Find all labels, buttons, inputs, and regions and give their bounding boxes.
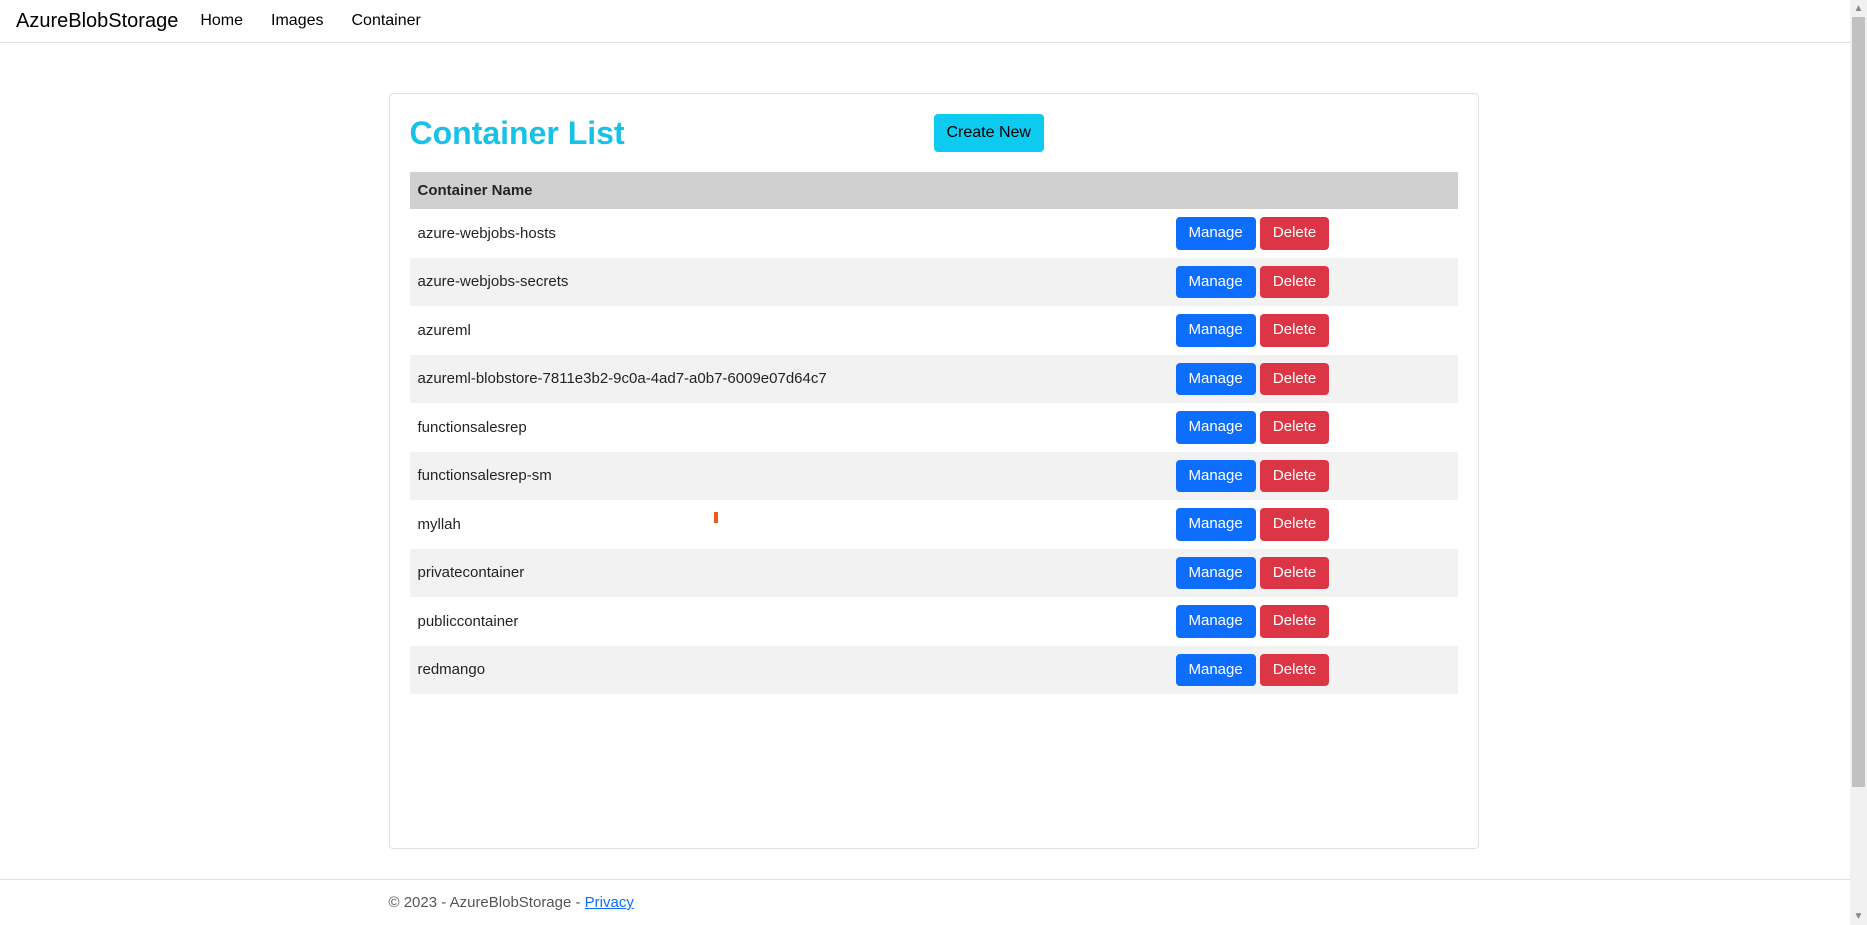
- column-header-actions: [1168, 172, 1458, 209]
- nav-container[interactable]: Container: [345, 8, 426, 34]
- privacy-link[interactable]: Privacy: [585, 894, 634, 911]
- container-name-cell: azure-webjobs-hosts: [410, 209, 1168, 258]
- manage-button[interactable]: Manage: [1176, 411, 1256, 444]
- manage-button[interactable]: Manage: [1176, 217, 1256, 250]
- actions-cell: Manage Delete: [1168, 355, 1458, 404]
- delete-button[interactable]: Delete: [1260, 605, 1329, 638]
- column-header-name: Container Name: [410, 172, 1168, 209]
- table-row: privatecontainerManage Delete: [410, 549, 1458, 598]
- table-row: myllahManage Delete: [410, 500, 1458, 549]
- delete-button[interactable]: Delete: [1260, 314, 1329, 347]
- container-name-cell: publiccontainer: [410, 597, 1168, 646]
- container-name-cell: redmango: [410, 646, 1168, 695]
- manage-button[interactable]: Manage: [1176, 363, 1256, 396]
- container-name-cell: functionsalesrep: [410, 403, 1168, 452]
- actions-cell: Manage Delete: [1168, 258, 1458, 307]
- manage-button[interactable]: Manage: [1176, 314, 1256, 347]
- manage-button[interactable]: Manage: [1176, 605, 1256, 638]
- manage-button[interactable]: Manage: [1176, 654, 1256, 687]
- actions-cell: Manage Delete: [1168, 452, 1458, 501]
- vertical-scrollbar[interactable]: ▲ ▼: [1850, 0, 1867, 925]
- card-container: Container List Create New Container Name…: [389, 93, 1479, 849]
- container-table: Container Name azure-webjobs-hostsManage…: [410, 172, 1458, 694]
- manage-button[interactable]: Manage: [1176, 460, 1256, 493]
- nav-home[interactable]: Home: [194, 8, 249, 34]
- brand-link[interactable]: AzureBlobStorage: [16, 10, 178, 33]
- scroll-up-arrow[interactable]: ▲: [1850, 0, 1867, 17]
- manage-button[interactable]: Manage: [1176, 266, 1256, 299]
- container-name-cell: azure-webjobs-secrets: [410, 258, 1168, 307]
- actions-cell: Manage Delete: [1168, 209, 1458, 258]
- delete-button[interactable]: Delete: [1260, 217, 1329, 250]
- scroll-down-arrow[interactable]: ▼: [1850, 908, 1867, 925]
- manage-button[interactable]: Manage: [1176, 557, 1256, 590]
- container-name-cell: privatecontainer: [410, 549, 1168, 598]
- manage-button[interactable]: Manage: [1176, 508, 1256, 541]
- table-row: azure-webjobs-secretsManage Delete: [410, 258, 1458, 307]
- delete-button[interactable]: Delete: [1260, 460, 1329, 493]
- delete-button[interactable]: Delete: [1260, 508, 1329, 541]
- container-name-cell: myllah: [410, 500, 1168, 549]
- delete-button[interactable]: Delete: [1260, 266, 1329, 299]
- actions-cell: Manage Delete: [1168, 403, 1458, 452]
- actions-cell: Manage Delete: [1168, 500, 1458, 549]
- actions-cell: Manage Delete: [1168, 549, 1458, 598]
- top-navbar: AzureBlobStorage Home Images Container: [0, 0, 1867, 43]
- table-row: publiccontainerManage Delete: [410, 597, 1458, 646]
- container-name-cell: azureml: [410, 306, 1168, 355]
- table-row: functionsalesrepManage Delete: [410, 403, 1458, 452]
- create-new-button[interactable]: Create New: [934, 114, 1044, 152]
- table-row: functionsalesrep-smManage Delete: [410, 452, 1458, 501]
- table-row: azureml-blobstore-7811e3b2-9c0a-4ad7-a0b…: [410, 355, 1458, 404]
- delete-button[interactable]: Delete: [1260, 557, 1329, 590]
- table-row: azure-webjobs-hostsManage Delete: [410, 209, 1458, 258]
- nav-images[interactable]: Images: [265, 8, 329, 34]
- actions-cell: Manage Delete: [1168, 597, 1458, 646]
- actions-cell: Manage Delete: [1168, 306, 1458, 355]
- container-name-cell: azureml-blobstore-7811e3b2-9c0a-4ad7-a0b…: [410, 355, 1168, 404]
- delete-button[interactable]: Delete: [1260, 654, 1329, 687]
- table-row: azuremlManage Delete: [410, 306, 1458, 355]
- page-title: Container List: [410, 115, 934, 152]
- delete-button[interactable]: Delete: [1260, 411, 1329, 444]
- scroll-thumb[interactable]: [1852, 17, 1865, 787]
- container-name-cell: functionsalesrep-sm: [410, 452, 1168, 501]
- actions-cell: Manage Delete: [1168, 646, 1458, 695]
- table-row: redmangoManage Delete: [410, 646, 1458, 695]
- delete-button[interactable]: Delete: [1260, 363, 1329, 396]
- footer-text: © 2023 - AzureBlobStorage -: [389, 894, 585, 911]
- page-footer: © 2023 - AzureBlobStorage - Privacy: [0, 879, 1867, 925]
